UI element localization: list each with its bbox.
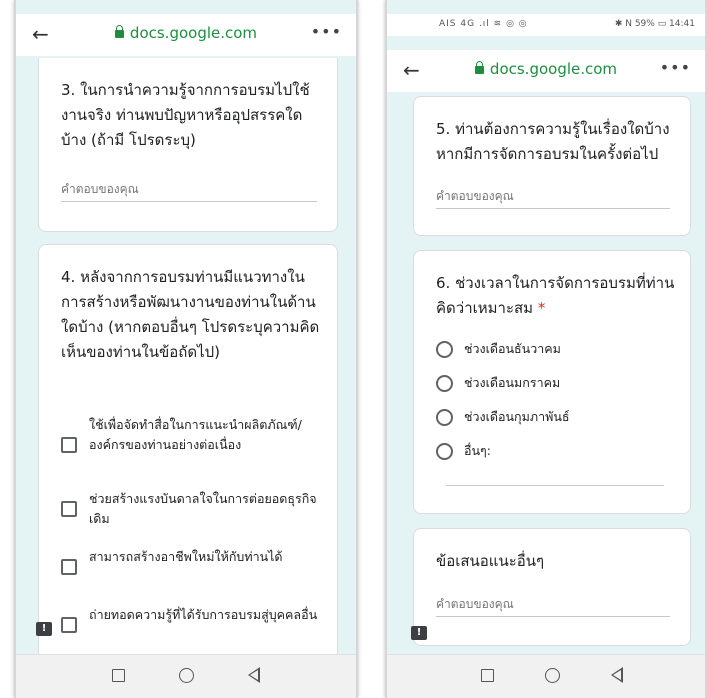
more-menu-icon[interactable]: ••• bbox=[311, 22, 342, 41]
status-left: AIS 4G .ıl ≋ ◎ ◎ bbox=[439, 19, 528, 29]
url-display[interactable]: docs.google.com bbox=[16, 24, 356, 42]
recent-apps-icon[interactable] bbox=[112, 669, 125, 682]
lock-icon bbox=[114, 25, 124, 38]
home-icon[interactable] bbox=[179, 668, 194, 683]
question-5-answer-field[interactable]: คำตอบของคุณ bbox=[436, 183, 670, 209]
checkbox[interactable] bbox=[61, 559, 77, 575]
android-nav-bar bbox=[387, 654, 705, 698]
option-1-label: ใช้เพื่อจัดทำสื่อในการแนะนำผลิตภัณฑ์/องค… bbox=[89, 417, 302, 452]
feedback-icon[interactable]: ! bbox=[411, 626, 427, 640]
question-5-title: 5. ท่านต้องการความรู้ในเรื่องใดบ้าง หากม… bbox=[436, 120, 670, 163]
suggestion-card: ข้อเสนอแนะอื่นๆ คำตอบของคุณ bbox=[413, 528, 691, 646]
radio-button[interactable] bbox=[436, 341, 453, 358]
home-icon[interactable] bbox=[545, 668, 560, 683]
radio-button[interactable] bbox=[436, 409, 453, 426]
url-display[interactable]: docs.google.com bbox=[387, 60, 705, 78]
radio-button[interactable] bbox=[436, 375, 453, 392]
question-6-title-text: 6. ช่วงเวลาในการจัดการอบรมที่ท่านคิดว่าเ… bbox=[436, 274, 675, 317]
url-text: docs.google.com bbox=[129, 24, 258, 42]
question-6-option-3[interactable]: ช่วงเดือนกุมภาพันธ์ bbox=[436, 407, 676, 431]
checkbox[interactable] bbox=[61, 437, 77, 453]
question-6-card: 6. ช่วงเวลาในการจัดการอบรมที่ท่านคิดว่าเ… bbox=[413, 250, 691, 514]
question-4-card: 4. หลังจากการอบรมท่านมีแนวทางในการสร้างห… bbox=[38, 244, 338, 664]
required-asterisk: * bbox=[537, 299, 546, 317]
recent-apps-icon[interactable] bbox=[481, 669, 494, 682]
question-4-option-4[interactable]: ถ่ายทอดความรู้ที่ได้รับการอบรมสู่บุคคลอื… bbox=[61, 605, 323, 645]
url-text: docs.google.com bbox=[489, 60, 618, 78]
suggestion-title: ข้อเสนอแนะอื่นๆ bbox=[436, 552, 545, 570]
browser-url-bar: ← docs.google.com ••• bbox=[387, 50, 705, 92]
browser-url-bar: ← docs.google.com ••• bbox=[16, 14, 356, 56]
question-3-card: 3. ในการนำความรู้จากการอบรมไปใช้งานจริง … bbox=[38, 58, 338, 232]
left-phone-screen: ← docs.google.com ••• 3. ในการนำความรู้จ… bbox=[14, 0, 358, 698]
question-3-answer-field[interactable]: คำตอบของคุณ bbox=[61, 176, 317, 202]
question-4-title: 4. หลังจากการอบรมท่านมีแนวทางในการสร้างห… bbox=[61, 268, 320, 361]
option-3-label: สามารถสร้างอาชีพใหม่ให้กับท่านได้ bbox=[89, 549, 283, 564]
radio-button[interactable] bbox=[436, 443, 453, 460]
more-menu-icon[interactable]: ••• bbox=[660, 58, 691, 77]
other-text-input[interactable] bbox=[446, 485, 664, 486]
option-2-label: ช่วงเดือนมกราคม bbox=[464, 375, 561, 390]
option-3-label: ช่วงเดือนกุมภาพันธ์ bbox=[464, 409, 570, 424]
status-right: ✱ N 59% ▭ 14:41 bbox=[614, 19, 695, 29]
status-bar: AIS 4G .ıl ≋ ◎ ◎ ✱ N 59% ▭ 14:41 bbox=[387, 14, 705, 36]
question-5-card: 5. ท่านต้องการความรู้ในเรื่องใดบ้าง หากม… bbox=[413, 96, 691, 236]
nav-back-icon[interactable] bbox=[248, 667, 260, 683]
checkbox[interactable] bbox=[61, 501, 77, 517]
question-6-option-4[interactable]: อื่นๆ: bbox=[436, 441, 676, 465]
question-3-title: 3. ในการนำความรู้จากการอบรมไปใช้งานจริง … bbox=[61, 81, 310, 149]
question-6-option-2[interactable]: ช่วงเดือนมกราคม bbox=[436, 373, 676, 397]
feedback-icon[interactable]: ! bbox=[36, 622, 52, 636]
question-6-title: 6. ช่วงเวลาในการจัดการอบรมที่ท่านคิดว่าเ… bbox=[436, 271, 676, 321]
nav-back-icon[interactable] bbox=[611, 667, 623, 683]
question-4-option-1[interactable]: ใช้เพื่อจัดทำสื่อในการแนะนำผลิตภัณฑ์/องค… bbox=[61, 415, 323, 475]
question-6-option-1[interactable]: ช่วงเดือนธันวาคม bbox=[436, 339, 676, 363]
option-2-label: ช่วยสร้างแรงบันดาลใจในการต่อยอดธุรกิจเดิ… bbox=[89, 491, 317, 526]
suggestion-answer-field[interactable]: คำตอบของคุณ bbox=[436, 591, 670, 617]
lock-icon bbox=[474, 61, 484, 74]
right-phone-screen: AIS 4G .ıl ≋ ◎ ◎ ✱ N 59% ▭ 14:41 ← docs.… bbox=[385, 0, 707, 698]
option-1-label: ช่วงเดือนธันวาคม bbox=[464, 341, 561, 356]
question-4-option-3[interactable]: สามารถสร้างอาชีพใหม่ให้กับท่านได้ bbox=[61, 547, 323, 587]
question-4-option-2[interactable]: ช่วยสร้างแรงบันดาลใจในการต่อยอดธุรกิจเดิ… bbox=[61, 489, 323, 529]
android-nav-bar bbox=[16, 654, 356, 698]
option-4-label: ถ่ายทอดความรู้ที่ได้รับการอบรมสู่บุคคลอื… bbox=[89, 607, 318, 622]
checkbox[interactable] bbox=[61, 617, 77, 633]
option-4-label: อื่นๆ: bbox=[464, 443, 491, 458]
